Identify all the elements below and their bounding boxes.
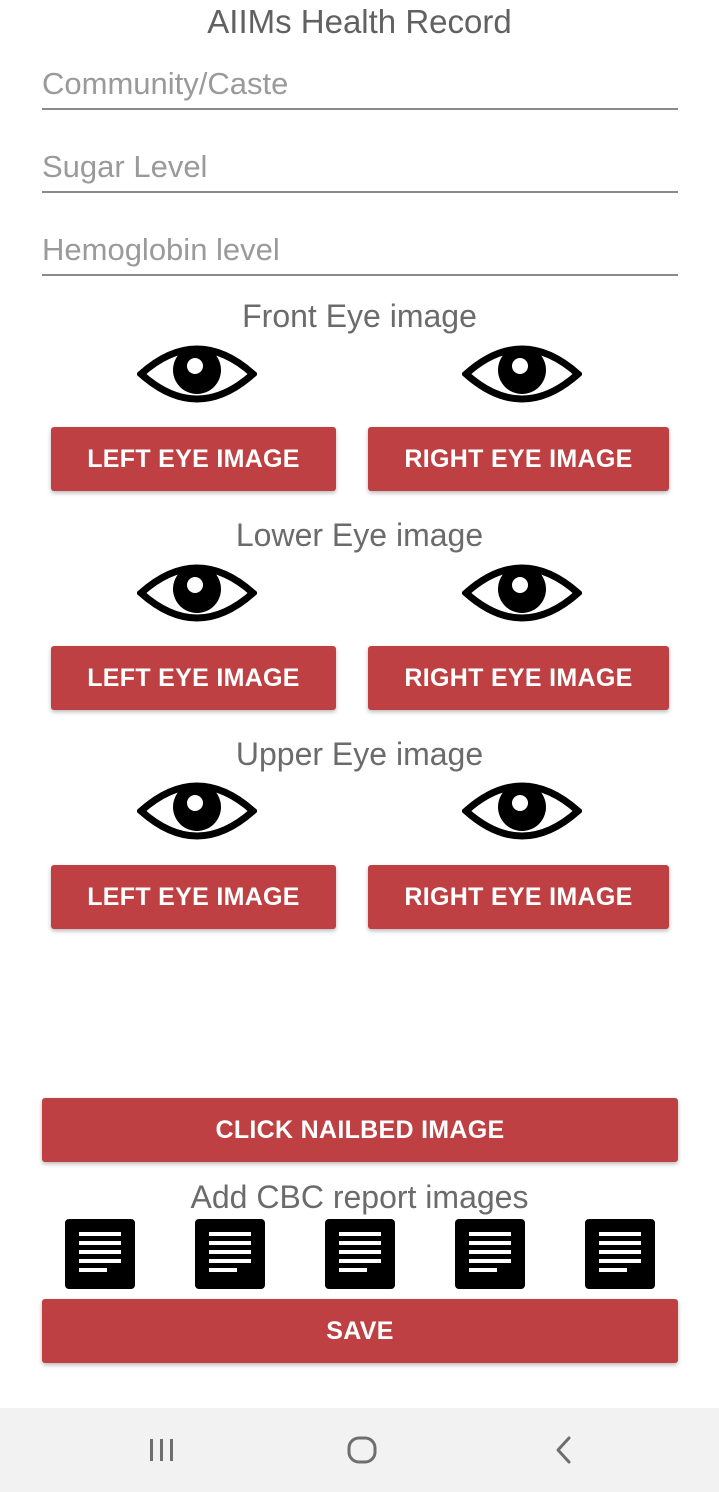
community-caste-input[interactable] (42, 60, 678, 108)
recent-apps-button[interactable] (132, 1420, 192, 1480)
click-nailbed-image-button[interactable]: CLICK NAILBED IMAGE (42, 1098, 678, 1162)
front-right-eye-image-button[interactable]: RIGHT EYE IMAGE (368, 427, 669, 491)
document-icon[interactable] (585, 1219, 655, 1289)
cbc-report-label: Add CBC report images (190, 1179, 529, 1215)
sugar-field-container (42, 143, 678, 193)
sugar-level-input[interactable] (42, 143, 678, 191)
eye-icon (137, 345, 257, 403)
document-icon[interactable] (65, 1219, 135, 1289)
eye-icon (137, 782, 257, 840)
document-icon[interactable] (195, 1219, 265, 1289)
page-title: AIIMs Health Record (207, 3, 512, 40)
hemoglobin-level-input[interactable] (42, 226, 678, 274)
document-icon[interactable] (325, 1219, 395, 1289)
upper-eye-label: Upper Eye image (235, 736, 484, 772)
document-icon[interactable] (455, 1219, 525, 1289)
upper-left-eye-image-button[interactable]: LEFT EYE IMAGE (51, 865, 336, 929)
home-button[interactable] (332, 1420, 392, 1480)
home-icon (347, 1436, 377, 1464)
upper-right-eye-image-button[interactable]: RIGHT EYE IMAGE (368, 865, 669, 929)
eye-icon (462, 345, 582, 403)
front-eye-label: Front Eye image (242, 298, 477, 334)
hemoglobin-field-container (42, 226, 678, 276)
community-field-container (42, 60, 678, 110)
lower-eye-label: Lower Eye image (235, 517, 484, 553)
eye-icon (462, 782, 582, 840)
navigation-bar (0, 1408, 719, 1492)
back-icon (556, 1436, 571, 1464)
recent-apps-icon (150, 1439, 173, 1461)
eye-icon (462, 564, 582, 622)
lower-left-eye-image-button[interactable]: LEFT EYE IMAGE (51, 646, 336, 710)
save-button[interactable]: SAVE (42, 1299, 678, 1363)
eye-icon (137, 564, 257, 622)
lower-right-eye-image-button[interactable]: RIGHT EYE IMAGE (368, 646, 669, 710)
back-button[interactable] (534, 1420, 594, 1480)
front-left-eye-image-button[interactable]: LEFT EYE IMAGE (51, 427, 336, 491)
